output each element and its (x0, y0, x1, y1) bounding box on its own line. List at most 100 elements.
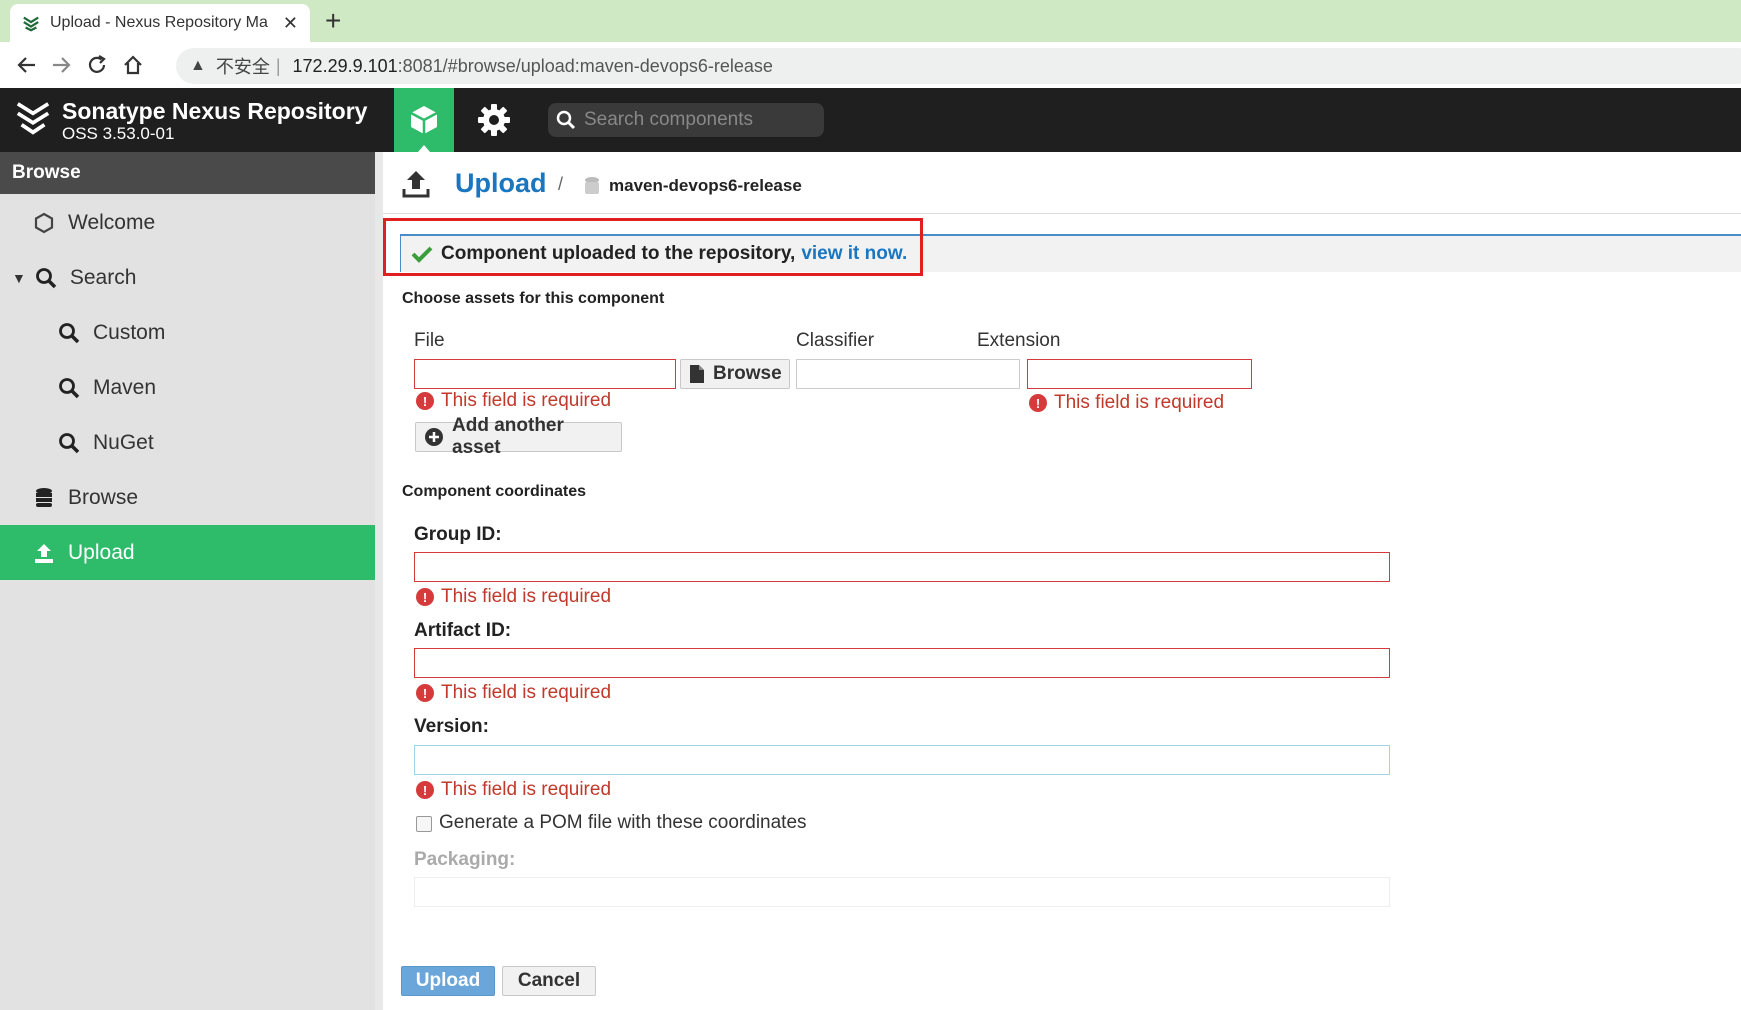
sidebar-item-upload[interactable]: Upload (0, 525, 375, 580)
artifact-id-label: Artifact ID: (414, 620, 512, 641)
annotation-highlight-box (383, 218, 923, 276)
sidebar: Browse Welcome ▼ Search Custom Maven NuG… (0, 152, 375, 1010)
browse-file-button[interactable]: Browse (680, 359, 790, 389)
upload-icon (32, 541, 56, 565)
upload-button[interactable]: Upload (401, 966, 495, 996)
version-input[interactable] (414, 745, 1390, 775)
upload-button-label: Upload (415, 970, 481, 991)
main-divider (375, 152, 383, 1010)
search-icon (57, 321, 81, 345)
sidebar-item-search[interactable]: ▼ Search (12, 250, 136, 305)
file-error: ! This field is required (416, 390, 611, 412)
sidebar-item-label: Upload (68, 540, 135, 564)
file-label: File (414, 330, 445, 351)
home-icon[interactable] (118, 50, 148, 80)
breadcrumb-repository: maven-devops6-release (609, 176, 802, 195)
artifact-id-error: ! This field is required (416, 682, 611, 704)
app-header: Sonatype Nexus Repository OSS 3.53.0-01 … (0, 88, 1741, 152)
group-id-error: ! This field is required (416, 586, 611, 608)
plus-circle-icon (424, 427, 444, 447)
error-icon: ! (416, 781, 434, 799)
active-caret (418, 145, 430, 152)
sidebar-item-label: Welcome (68, 210, 156, 234)
extension-error: ! This field is required (1029, 392, 1224, 414)
cube-icon (410, 106, 438, 134)
packaging-input (414, 877, 1390, 907)
back-icon[interactable] (12, 50, 42, 80)
sidebar-item-custom[interactable]: Custom (57, 305, 165, 360)
tab-close-icon[interactable]: ✕ (283, 13, 298, 34)
sidebar-item-label: Custom (93, 320, 166, 344)
browser-tab[interactable]: Upload - Nexus Repository Ma ✕ (10, 4, 310, 42)
sidebar-item-label: Search (69, 265, 137, 289)
error-text: This field is required (441, 390, 612, 411)
gear-icon[interactable] (476, 102, 512, 138)
sidebar-heading: Browse (0, 152, 375, 194)
browser-toolbar: ▲ 不安全 | 172.29.9.101 :8081/#browse/uploa… (0, 42, 1741, 88)
file-icon (689, 364, 705, 384)
sidebar-item-label: Maven (93, 375, 157, 399)
sidebar-item-welcome[interactable]: Welcome (32, 195, 155, 250)
forward-icon[interactable] (46, 50, 76, 80)
browse-button-label: Browse (713, 363, 782, 384)
file-input[interactable] (414, 359, 676, 389)
sidebar-item-label: NuGet (93, 430, 154, 454)
search-icon (34, 266, 58, 290)
sidebar-item-label: Browse (68, 485, 139, 509)
error-icon: ! (416, 392, 434, 410)
packaging-label: Packaging: (414, 849, 516, 870)
add-asset-label: Add another asset (452, 415, 564, 458)
breadcrumb-separator: / (558, 174, 564, 194)
search-icon (57, 376, 81, 400)
version-error: ! This field is required (416, 779, 611, 801)
error-icon: ! (1029, 394, 1047, 412)
search-icon (57, 431, 81, 455)
nexus-logo-icon (16, 102, 50, 135)
sidebar-item-nuget[interactable]: NuGet (57, 415, 154, 470)
error-text: This field is required (441, 682, 612, 703)
extension-label: Extension (977, 330, 1061, 351)
browse-mode-button[interactable] (394, 88, 454, 152)
app-version: OSS 3.53.0-01 (62, 124, 175, 143)
version-label: Version: (414, 716, 489, 737)
generate-pom-label: Generate a POM file with these coordinat… (439, 812, 807, 833)
extension-input[interactable] (1027, 359, 1252, 389)
group-id-label: Group ID: (414, 524, 502, 545)
reload-icon[interactable] (82, 50, 112, 80)
address-path: :8081/#browse/upload:maven-devops6-relea… (397, 55, 773, 76)
nexus-favicon-icon (23, 16, 39, 32)
upload-icon (402, 171, 430, 198)
classifier-label: Classifier (796, 330, 875, 351)
search-components-input[interactable]: Search components (548, 103, 824, 137)
error-text: This field is required (441, 779, 612, 800)
address-separator: | (275, 55, 281, 76)
error-text: This field is required (1054, 392, 1225, 413)
artifact-id-input[interactable] (414, 648, 1390, 678)
browser-tabstrip: Upload - Nexus Repository Ma ✕ + (0, 0, 1741, 42)
warning-icon[interactable]: ▲ (190, 57, 206, 75)
address-bar[interactable]: ▲ 不安全 | 172.29.9.101 :8081/#browse/uploa… (176, 48, 1741, 84)
address-host: 172.29.9.101 (292, 55, 398, 76)
cancel-button-label: Cancel (517, 970, 581, 991)
group-id-input[interactable] (414, 552, 1390, 582)
add-another-asset-button[interactable]: Add another asset (415, 415, 622, 458)
cancel-button[interactable]: Cancel (502, 966, 596, 996)
classifier-input[interactable] (796, 359, 1020, 389)
tab-title: Upload - Nexus Repository Ma (50, 14, 268, 31)
hexagon-icon (32, 211, 56, 235)
database-icon (585, 177, 599, 194)
error-text: This field is required (441, 586, 612, 607)
caret-down-icon[interactable]: ▼ (12, 270, 26, 286)
generate-pom-checkbox[interactable] (416, 816, 432, 832)
search-placeholder: Search components (584, 109, 753, 130)
page-title[interactable]: Upload (455, 168, 547, 199)
insecure-label: 不安全 (215, 57, 270, 77)
new-tab-button[interactable]: + (325, 6, 341, 36)
app-title: Sonatype Nexus Repository (62, 98, 368, 124)
assets-heading: Choose assets for this component (402, 290, 665, 307)
database-icon (32, 486, 56, 510)
sidebar-item-maven[interactable]: Maven (57, 360, 156, 415)
coordinates-heading: Component coordinates (402, 483, 587, 500)
sidebar-item-browse[interactable]: Browse (32, 470, 138, 525)
search-icon (556, 110, 576, 130)
